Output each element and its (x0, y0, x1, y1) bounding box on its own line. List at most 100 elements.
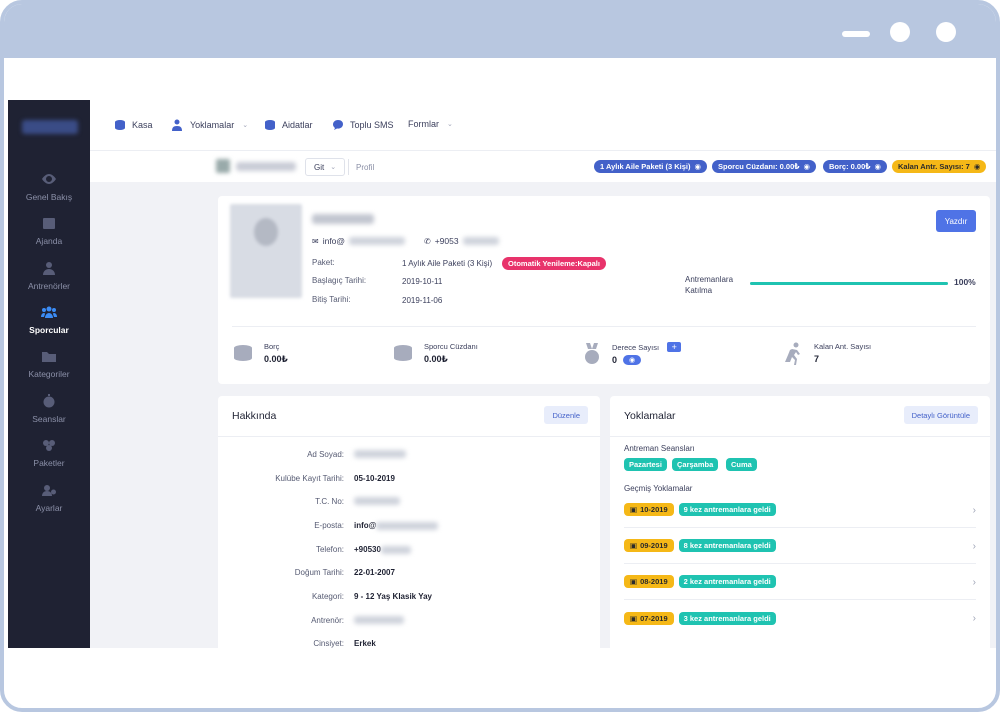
nav-toplu-sms[interactable]: Toplu SMS (332, 119, 394, 131)
value-redacted (354, 450, 406, 458)
athlete-name-redacted (312, 214, 374, 224)
about-label: Kulübe Kayıt Tarihi: (275, 474, 344, 483)
chevron-right-icon: › (972, 541, 976, 552)
attendance-card: Yoklamalar Detaylı Görüntüle Antreman Se… (610, 396, 990, 648)
remaining-pill-label: Kalan Antr. Sayısı: 7 (898, 162, 970, 171)
email-text: info@ (322, 236, 346, 246)
maximize-icon[interactable] (890, 22, 910, 42)
details-button[interactable]: Detaylı Görüntüle (903, 406, 978, 424)
count-badge: 2 kez antremanlara geldi (678, 575, 776, 588)
chevron-right-icon: › (972, 577, 976, 588)
envelope-icon: ✉ (312, 236, 319, 246)
sidebar-item-ajanda[interactable]: Ajanda (8, 216, 90, 246)
sidebar-item-label: Paketler (33, 458, 65, 468)
attendance-progress-fill (750, 282, 948, 285)
phone-redacted (462, 237, 499, 245)
profile-email[interactable]: ✉ info@ (312, 236, 406, 246)
month-text: 08-2019 (640, 577, 668, 586)
close-icon[interactable] (936, 22, 956, 42)
stat-wallet-value: 0.00₺ (424, 354, 448, 364)
sidebar-item-label: Ajanda (35, 236, 63, 246)
attendance-label: Antremanlara Katılma (685, 275, 734, 295)
calendar-icon: ▣ (630, 505, 638, 514)
divider (348, 159, 349, 175)
nav-formlar[interactable]: Formlar ⌄ (408, 119, 453, 129)
stat-degree-title: Derece Sayısı (612, 343, 660, 352)
avatar (216, 159, 230, 173)
medal-icon (585, 343, 599, 364)
history-row[interactable]: ▣ 08-2019 2 kez antremanlara geldi › (624, 564, 976, 600)
about-title: Hakkında (232, 410, 277, 422)
eye-icon: ◉ (803, 162, 811, 171)
sidebar-item-label: Sporcular (29, 325, 69, 335)
about-label: E-posta: (314, 521, 344, 530)
sidebar-item-kategoriler[interactable]: Kategoriler (8, 349, 90, 379)
about-value (354, 497, 400, 505)
history-row[interactable]: ▣ 09-2019 8 kez antremanlara geldi › (624, 528, 976, 564)
about-value: 05-10-2019 (354, 474, 395, 483)
phone-text: +9053 (434, 236, 459, 246)
settings-icon (42, 485, 56, 496)
chevron-down-icon: ⌄ (242, 122, 249, 129)
about-value: 9 - 12 Yaş Klasik Yay (354, 592, 432, 601)
profile-subheader: Git ⌄ Profil 1 Aylık Aile Paketi (3 Kişi… (90, 150, 996, 182)
month-text: 10-2019 (640, 505, 668, 514)
value-redacted (354, 616, 404, 624)
email-redacted (349, 237, 406, 245)
print-button[interactable]: Yazdır (936, 210, 976, 232)
nav-formlar-label: Formlar (408, 119, 439, 129)
running-icon (785, 342, 800, 365)
calendar-icon: ▣ (630, 541, 638, 550)
stat-remaining-value: 7 (814, 354, 820, 364)
profile-phone[interactable]: ✆ +9053 (424, 236, 499, 246)
paket-label: Paket: (312, 258, 335, 267)
month-text: 09-2019 (640, 541, 668, 550)
view-degree-button[interactable]: ◉ (623, 355, 642, 365)
month-badge: ▣ 07-2019 (624, 611, 674, 625)
divider (218, 436, 600, 437)
sidebar-item-antrenorler[interactable]: Antrenörler (8, 261, 90, 291)
nav-aidatlar[interactable]: Aidatlar (264, 119, 313, 131)
athlete-photo (230, 204, 302, 298)
chevron-right-icon: › (972, 613, 976, 624)
sidebar-item-label: Antrenörler (27, 281, 71, 291)
value-redacted (380, 545, 411, 554)
month-text: 07-2019 (640, 613, 668, 623)
stat-remaining: Kalan Ant. Sayısı 7 (782, 342, 871, 366)
app-viewport: Genel Bakış Ajanda Antrenörler Sporcular… (8, 100, 996, 648)
add-degree-button[interactable]: + (667, 342, 682, 352)
app-logo (22, 120, 78, 134)
git-dropdown-button[interactable]: Git ⌄ (305, 158, 346, 176)
divider (232, 326, 976, 327)
sidebar-item-paketler[interactable]: Paketler (8, 438, 90, 468)
packages-icon (43, 440, 55, 451)
nav-kasa[interactable]: Kasa (114, 119, 153, 131)
sidebar-item-sporcular[interactable]: Sporcular (8, 305, 90, 335)
package-pill[interactable]: 1 Aylık Aile Paketi (3 Kişi) ◉ (594, 160, 708, 173)
minimize-icon[interactable] (842, 31, 870, 37)
sidebar-item-seanslar[interactable]: Seanslar (8, 394, 90, 424)
history-row[interactable]: ▣ 07-2019 3 kez antremanlara geldi › (624, 600, 976, 636)
nav-yoklamalar[interactable]: Yoklamalar ⌄ (172, 119, 248, 131)
about-value: info@ (354, 521, 439, 530)
history-row[interactable]: ▣ 10-2019 9 kez antremanlara geldi › (624, 492, 976, 528)
remaining-pill[interactable]: Kalan Antr. Sayısı: 7 ◉ (892, 160, 987, 173)
nav-kasa-label: Kasa (132, 120, 153, 130)
edit-button[interactable]: Düzenle (544, 406, 588, 424)
session-badge: Pazartesi (624, 458, 667, 471)
eye-icon: ◉ (973, 162, 981, 171)
sidebar-item-ayarlar[interactable]: Ayarlar (8, 483, 90, 513)
stat-degree-header: Derece Sayısı + (612, 342, 682, 352)
user-icon (43, 262, 55, 275)
stat-wallet: Sporcu Cüzdanı 0.00₺ (392, 342, 478, 366)
eye-icon: ◉ (628, 357, 636, 364)
wallet-pill[interactable]: Sporcu Cüzdanı: 0.00₺ ◉ (712, 160, 817, 173)
debt-pill[interactable]: Borç: 0.00₺ ◉ (823, 160, 888, 173)
coins-icon (265, 120, 275, 130)
sidebar-item-genel-bakis[interactable]: Genel Bakış (8, 172, 90, 202)
end-date-value: 2019-11-06 (402, 296, 443, 305)
start-date-value: 2019-10-11 (402, 277, 443, 286)
count-badge: 3 kez antremanlara geldi (678, 611, 776, 625)
phone-icon: ✆ (424, 236, 431, 246)
browser-window-frame: Genel Bakış Ajanda Antrenörler Sporcular… (0, 0, 1000, 712)
